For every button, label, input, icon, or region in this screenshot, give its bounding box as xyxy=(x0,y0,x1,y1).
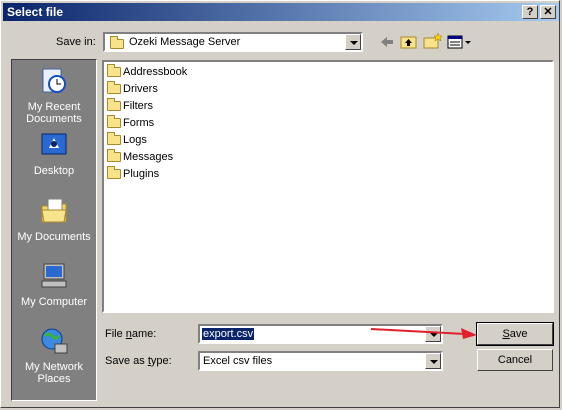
savein-value: Ozeki Message Server xyxy=(129,36,241,48)
list-item-label: Filters xyxy=(123,100,153,112)
my-documents-icon xyxy=(41,198,67,223)
title-bar: Select file ? ✕ xyxy=(3,3,559,21)
folder-icon xyxy=(107,98,121,112)
back-icon[interactable] xyxy=(379,34,395,50)
select-file-dialog: Select file ? ✕ Save in: Ozeki Message S… xyxy=(0,0,560,408)
list-item-label: Logs xyxy=(123,134,147,146)
file-list[interactable]: Addressbook Drivers Filters Forms Logs M… xyxy=(102,60,554,313)
filename-value: export.csv xyxy=(202,328,255,340)
desktop-icon xyxy=(41,133,67,155)
place-label-line1: My Recent xyxy=(27,101,81,113)
folder-icon xyxy=(107,149,121,163)
save-accel: S xyxy=(502,328,510,340)
place-my-recent-documents[interactable]: My Recent Documents xyxy=(12,66,96,125)
list-item[interactable]: Messages xyxy=(107,149,173,165)
view-menu-icon[interactable] xyxy=(447,34,473,50)
folder-icon xyxy=(107,115,121,129)
place-label-line1: My Documents xyxy=(17,231,91,243)
list-item[interactable]: Forms xyxy=(107,115,154,131)
list-item[interactable]: Logs xyxy=(107,132,147,148)
list-item-label: Messages xyxy=(123,151,174,163)
close-button[interactable]: ✕ xyxy=(540,5,556,19)
filename-label-post: ame: xyxy=(131,328,157,340)
place-label-line1: Desktop xyxy=(33,165,75,177)
savetype-dropdown[interactable]: Excel csv files xyxy=(198,351,443,371)
savein-dropdown[interactable]: Ozeki Message Server xyxy=(103,32,363,52)
list-item[interactable]: Drivers xyxy=(107,81,158,97)
places-bar: My Recent Documents Desktop My Documents xyxy=(11,59,97,401)
folder-icon xyxy=(107,64,121,78)
savetype-label: Save as type: xyxy=(105,355,172,367)
help-button[interactable]: ? xyxy=(522,5,538,19)
folder-icon xyxy=(107,81,121,95)
network-places-icon xyxy=(41,328,68,354)
savein-label: Save in: xyxy=(56,36,96,48)
place-label-line1: My Network xyxy=(24,361,84,373)
place-my-computer[interactable]: My Computer xyxy=(12,261,96,308)
list-item-label: Plugins xyxy=(123,168,160,180)
my-computer-icon xyxy=(41,263,67,288)
place-label-line1: My Computer xyxy=(20,296,88,308)
chevron-down-icon[interactable] xyxy=(425,353,441,369)
list-item-label: Forms xyxy=(123,117,155,129)
list-item-label: Drivers xyxy=(123,83,158,95)
recent-documents-icon xyxy=(42,68,66,93)
place-my-documents[interactable]: My Documents xyxy=(12,196,96,243)
list-item[interactable]: Filters xyxy=(107,98,153,114)
place-my-network-places[interactable]: My Network Places xyxy=(12,326,96,385)
place-label-line2: Documents xyxy=(26,113,82,125)
savetype-label-pre: Save as xyxy=(105,355,148,367)
place-label-line2: Places xyxy=(37,373,71,385)
list-item[interactable]: Addressbook xyxy=(107,64,187,80)
save-button[interactable]: Save xyxy=(476,322,554,346)
save-label-rest: ave xyxy=(509,328,528,340)
savetype-value: Excel csv files xyxy=(203,355,273,367)
place-desktop[interactable]: Desktop xyxy=(12,130,96,177)
list-item-label: Addressbook xyxy=(123,66,188,78)
new-folder-icon[interactable] xyxy=(423,32,443,50)
annotation-arrow-icon xyxy=(370,328,477,339)
window-title: Select file xyxy=(7,5,64,19)
folder-icon xyxy=(110,36,124,49)
folder-icon xyxy=(107,166,121,180)
chevron-down-icon[interactable] xyxy=(345,34,361,50)
cancel-button[interactable]: Cancel xyxy=(477,349,553,371)
folder-icon xyxy=(107,132,121,146)
savetype-label-post: ype: xyxy=(150,355,172,367)
filename-label-pre: File xyxy=(105,328,126,340)
filename-label: File name: xyxy=(105,328,156,340)
list-item[interactable]: Plugins xyxy=(107,166,159,182)
up-folder-icon[interactable] xyxy=(400,33,418,49)
